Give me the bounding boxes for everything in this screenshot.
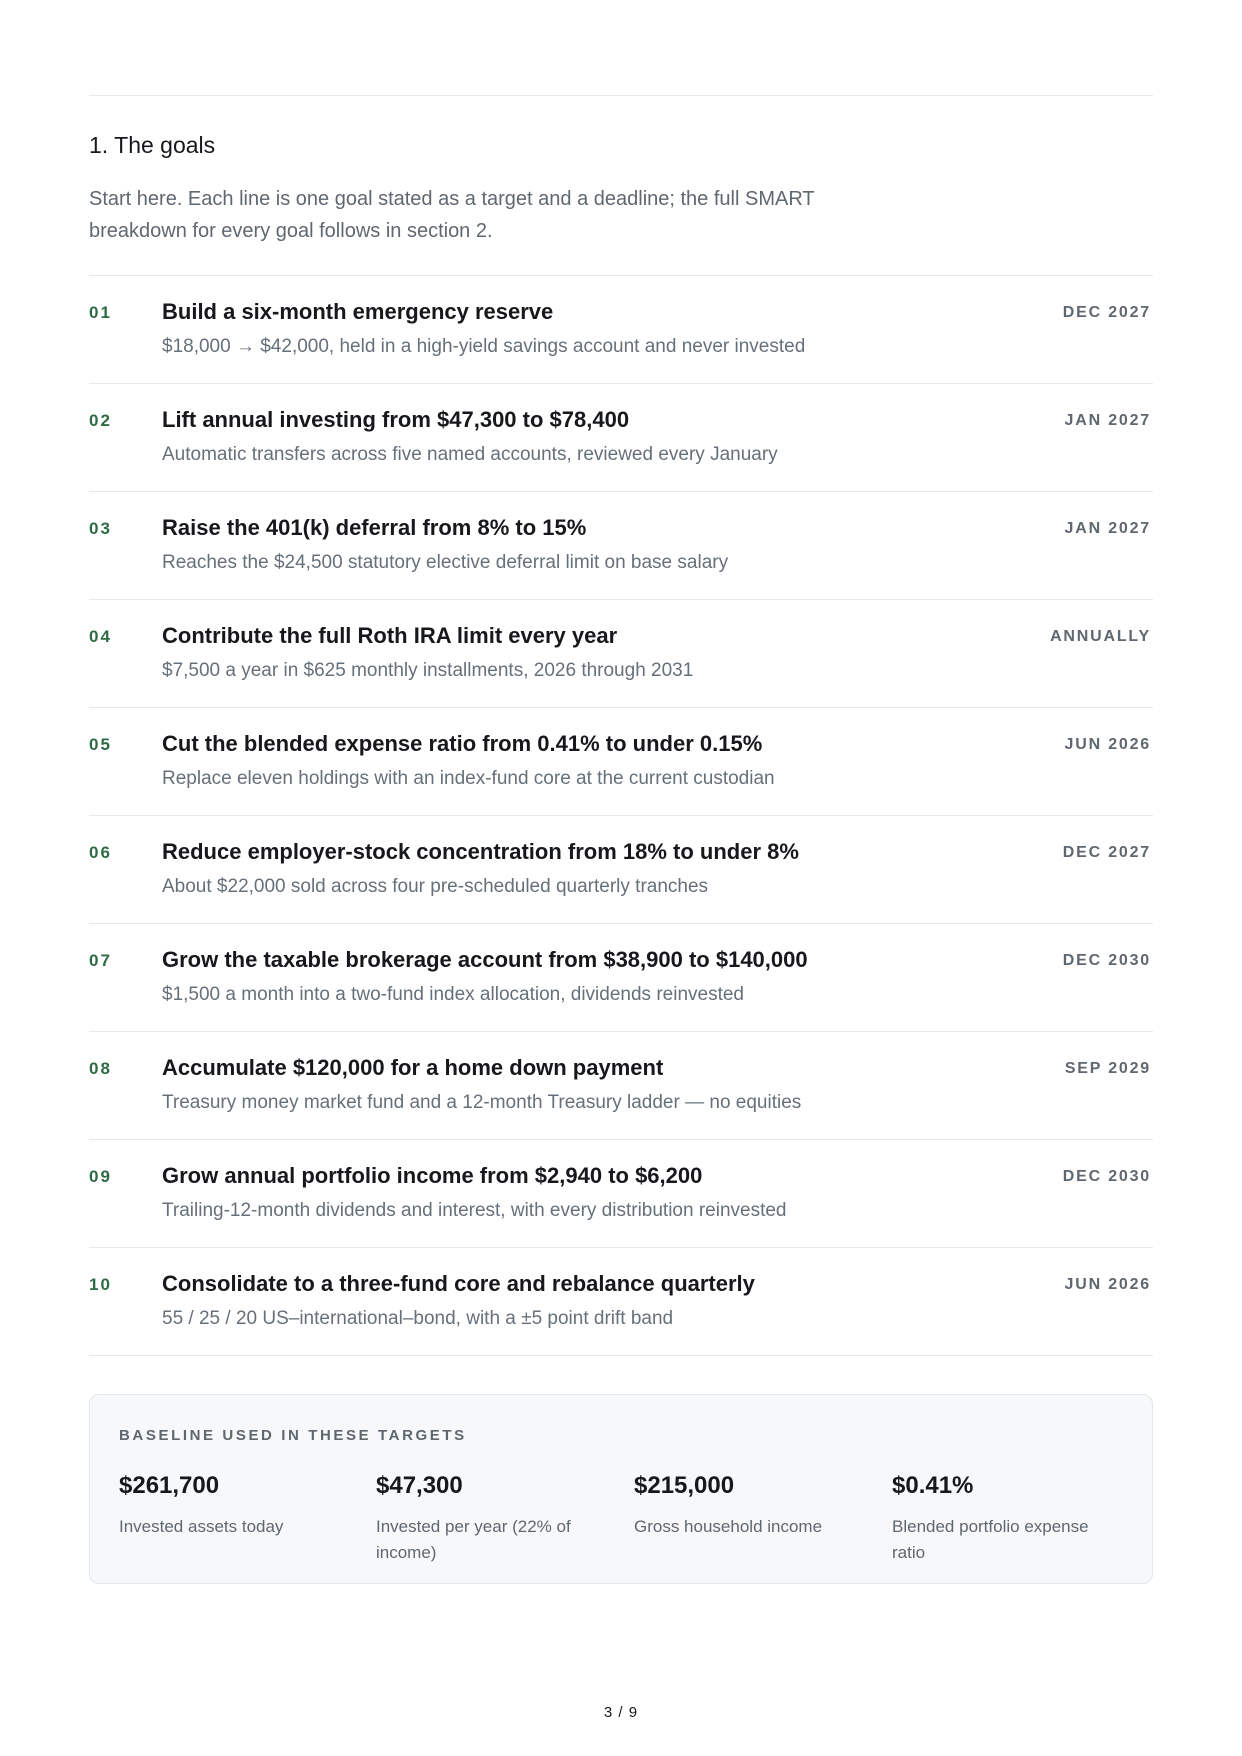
- goal-description: Automatic transfers across five named ac…: [162, 444, 778, 465]
- stat-value: $47,300: [376, 1472, 463, 1499]
- section-intro: Start here. Each line is one goal stated…: [89, 188, 815, 242]
- goal-deadline: DEC 2030: [1062, 1168, 1151, 1185]
- goal-row: 01 Build a six-month emergency reserve $…: [89, 276, 1153, 384]
- goal-row: 10 Consolidate to a three-fund core and …: [89, 1248, 1153, 1356]
- goal-description: Replace eleven holdings with an index-fu…: [162, 768, 775, 789]
- goal-deadline: JUN 2026: [1064, 736, 1151, 753]
- goal-deadline: DEC 2030: [1062, 952, 1151, 969]
- goal-number: 01: [89, 303, 112, 322]
- goal-number: 09: [89, 1167, 112, 1186]
- goal-title: Cut the blended expense ratio from 0.41%…: [162, 731, 763, 756]
- section-title: 1. The goals: [89, 132, 216, 158]
- goal-number: 06: [89, 843, 112, 862]
- goal-description: Treasury money market fund and a 12-mont…: [162, 1092, 802, 1113]
- goal-row: 03 Raise the 401(k) deferral from 8% to …: [89, 492, 1153, 600]
- goal-deadline: JAN 2027: [1064, 520, 1151, 537]
- goal-deadline: DEC 2027: [1062, 304, 1151, 321]
- goal-row: 08 Accumulate $120,000 for a home down p…: [89, 1032, 1153, 1140]
- goal-row: 05 Cut the blended expense ratio from 0.…: [89, 708, 1153, 816]
- stat-value: $0.41%: [892, 1472, 974, 1499]
- baseline-stat-invested-per-year: $47,300 Invested per year (22% of income…: [376, 1472, 606, 1566]
- stat-caption: Invested per year (22% of income): [376, 1517, 571, 1562]
- stat-value: $215,000: [634, 1472, 735, 1499]
- goal-number: 05: [89, 735, 112, 754]
- stat-caption: Invested assets today: [119, 1517, 284, 1536]
- goal-row: 04 Contribute the full Roth IRA limit ev…: [89, 600, 1153, 708]
- goal-title: Contribute the full Roth IRA limit every…: [162, 623, 618, 648]
- goal-description: $1,500 a month into a two-fund index all…: [162, 984, 744, 1005]
- goal-deadline: JUN 2026: [1064, 1276, 1151, 1293]
- goal-deadline: DEC 2027: [1062, 844, 1151, 861]
- goal-number: 02: [89, 411, 112, 430]
- goal-number: 10: [89, 1275, 112, 1294]
- stat-caption: Gross household income: [634, 1517, 823, 1536]
- baseline-label: BASELINE USED IN THESE TARGETS: [119, 1427, 467, 1444]
- goal-number: 04: [89, 627, 112, 646]
- page-number: 3 / 9: [603, 1704, 639, 1721]
- goal-description: 55 / 25 / 20 US–international–bond, with…: [162, 1308, 674, 1329]
- goals-list: 01 Build a six-month emergency reserve $…: [89, 275, 1153, 1356]
- goal-title: Build a six-month emergency reserve: [162, 299, 554, 324]
- goal-description: $18,000 → $42,000, held in a high-yield …: [162, 336, 806, 357]
- baseline-panel: BASELINE USED IN THESE TARGETS $261,700 …: [89, 1394, 1153, 1584]
- goal-description: Trailing-12-month dividends and interest…: [162, 1200, 787, 1221]
- goal-row: 07 Grow the taxable brokerage account fr…: [89, 924, 1153, 1032]
- stat-value: $261,700: [119, 1472, 220, 1499]
- goal-description: $7,500 a year in $625 monthly installmen…: [162, 660, 694, 681]
- goal-description: Reaches the $24,500 statutory elective d…: [162, 552, 729, 573]
- baseline-stat-household-income: $215,000 Gross household income: [634, 1472, 864, 1540]
- goal-row: 06 Reduce employer-stock concentration f…: [89, 816, 1153, 924]
- goal-deadline: SEP 2029: [1064, 1060, 1151, 1077]
- goal-title: Raise the 401(k) deferral from 8% to 15%: [162, 515, 587, 540]
- goal-deadline: ANNUALLY: [1050, 628, 1151, 645]
- baseline-stat-expense-ratio: $0.41% Blended portfolio expense ratio: [892, 1472, 1122, 1566]
- goal-number: 07: [89, 951, 112, 970]
- goal-title: Reduce employer-stock concentration from…: [162, 839, 799, 864]
- baseline-stat-invested-assets: $261,700 Invested assets today: [119, 1472, 349, 1540]
- goal-title: Consolidate to a three-fund core and reb…: [162, 1271, 755, 1296]
- stat-caption: Blended portfolio expense ratio: [892, 1517, 1089, 1562]
- goal-row: 09 Grow annual portfolio income from $2,…: [89, 1140, 1153, 1248]
- goal-title: Grow annual portfolio income from $2,940…: [162, 1163, 703, 1188]
- goal-title: Grow the taxable brokerage account from …: [162, 947, 808, 972]
- goal-row: 02 Lift annual investing from $47,300 to…: [89, 384, 1153, 492]
- goal-title: Accumulate $120,000 for a home down paym…: [162, 1055, 664, 1080]
- goal-number: 03: [89, 519, 112, 538]
- goal-number: 08: [89, 1059, 112, 1078]
- goal-deadline: JAN 2027: [1064, 412, 1151, 429]
- goal-description: About $22,000 sold across four pre-sched…: [162, 876, 709, 897]
- goal-title: Lift annual investing from $47,300 to $7…: [162, 407, 630, 432]
- top-divider: [89, 95, 1153, 96]
